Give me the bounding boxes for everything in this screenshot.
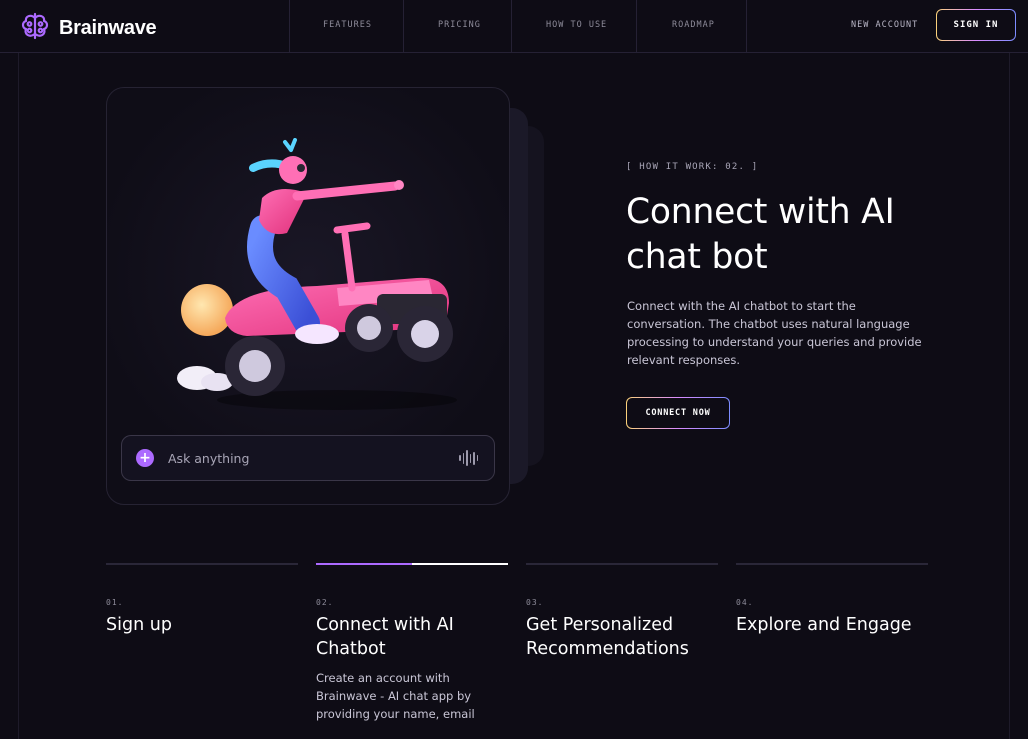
chat-input-placeholder[interactable]: Ask anything	[168, 451, 459, 466]
brand-logo[interactable]: Brainwave	[20, 11, 157, 45]
step-progress-bar	[526, 563, 718, 565]
site-header: Brainwave FEATURES PRICING HOW TO USE RO…	[0, 0, 1028, 53]
nav-divider	[511, 0, 512, 53]
brain-logo-icon	[20, 11, 50, 45]
step-item[interactable]: 03. Get Personalized Recommendations	[526, 563, 718, 661]
nav-divider	[289, 0, 290, 53]
step-progress-bar	[106, 563, 298, 565]
step-item[interactable]: 01. Sign up	[106, 563, 298, 637]
step-item[interactable]: 04. Explore and Engage	[736, 563, 928, 637]
step-title: Connect with AI Chatbot	[316, 615, 454, 659]
hero-title: Connect with AI chat bot	[626, 192, 895, 277]
plus-icon[interactable]: +	[136, 449, 154, 467]
robot-scooter-illustration	[167, 138, 467, 448]
step-number: 02.	[316, 598, 334, 607]
sign-in-button[interactable]: SIGN IN	[936, 9, 1016, 41]
chat-input[interactable]: + Ask anything	[121, 435, 495, 481]
page-rule-left	[18, 53, 19, 739]
section-tag: [ HOW IT WORK: 02. ]	[626, 162, 759, 172]
step-description: Create an account with Brainwave - AI ch…	[316, 671, 475, 721]
step-progress-bar	[736, 563, 928, 565]
nav-item-how-to-use[interactable]: HOW TO USE	[546, 20, 607, 30]
step-title: Get Personalized Recommendations	[526, 615, 689, 659]
nav-item-pricing[interactable]: PRICING	[438, 20, 481, 30]
step-number: 01.	[106, 598, 124, 607]
hero-card: + Ask anything	[106, 87, 510, 505]
nav-divider	[746, 0, 747, 53]
brand-name: Brainwave	[59, 16, 157, 39]
soundwave-icon[interactable]	[459, 450, 478, 466]
step-number: 04.	[736, 598, 754, 607]
step-title: Sign up	[106, 615, 172, 635]
nav-item-features[interactable]: FEATURES	[323, 20, 372, 30]
hero-description: Connect with the AI chatbot to start the…	[627, 299, 922, 367]
nav-item-roadmap[interactable]: ROADMAP	[672, 20, 715, 30]
step-number: 03.	[526, 598, 544, 607]
step-item-active[interactable]: 02. Connect with AI Chatbot Create an ac…	[316, 563, 508, 723]
step-progress-bar	[316, 563, 508, 565]
nav-divider	[636, 0, 637, 53]
page-rule-right	[1009, 53, 1010, 739]
nav-divider	[403, 0, 404, 53]
step-title: Explore and Engage	[736, 615, 912, 635]
connect-now-button[interactable]: CONNECT NOW	[626, 397, 730, 429]
new-account-link[interactable]: NEW ACCOUNT	[851, 20, 918, 30]
